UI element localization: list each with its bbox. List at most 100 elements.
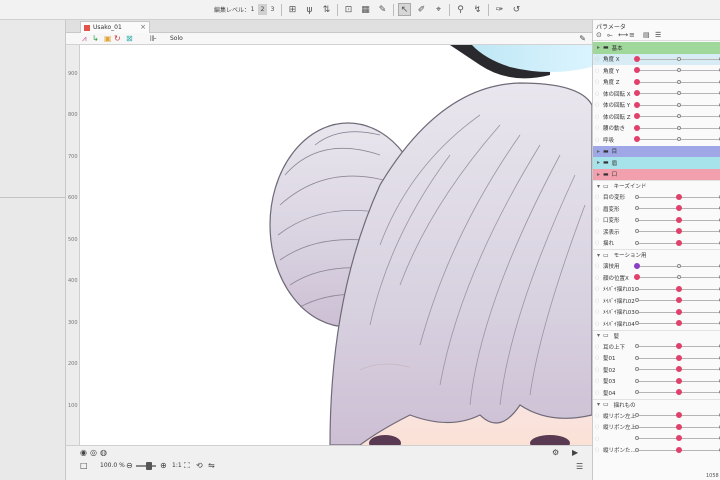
parameter-subgroup[interactable]: ▾ ▭ モーション用 xyxy=(593,249,720,261)
solo-toggle[interactable]: Solo xyxy=(170,35,183,42)
parameter-slider[interactable] xyxy=(634,55,720,62)
parameter-row[interactable]: ◌ 体の回転 Z xyxy=(593,111,720,123)
parameter-row[interactable]: ◌ ﾒｲﾊﾞｲ揺れ04 xyxy=(593,318,720,330)
parameter-row[interactable]: ◌ 揺れ xyxy=(593,238,720,250)
key-point[interactable] xyxy=(635,378,639,383)
parameter-slider[interactable] xyxy=(635,343,720,349)
flip-icon[interactable]: ⇋ xyxy=(208,461,215,470)
key-indicator-icon[interactable]: ◌ xyxy=(595,229,599,235)
key-indicator-icon[interactable]: ◌ xyxy=(595,344,599,350)
key-indicator-icon[interactable]: ◌ xyxy=(595,206,599,212)
parameter-slider[interactable] xyxy=(635,193,720,200)
parameter-row[interactable]: ◌ 涙表示 xyxy=(593,226,720,238)
key-indicator-icon[interactable]: ◌ xyxy=(595,447,599,453)
parameter-group[interactable]: ▸ ▬ 口 xyxy=(593,168,720,180)
parameter-slider[interactable] xyxy=(634,124,720,131)
link-param-icon[interactable]: ⟷ xyxy=(618,31,628,39)
key-indicator-icon[interactable]: ◌ xyxy=(595,355,599,361)
settings-gear-icon[interactable]: ⚙ xyxy=(552,448,559,457)
slider-knob[interactable] xyxy=(676,389,682,395)
key-point[interactable] xyxy=(677,137,681,141)
key-indicator-icon[interactable]: ◌ xyxy=(595,194,599,200)
slider-knob[interactable] xyxy=(634,90,640,96)
parameter-slider[interactable] xyxy=(634,113,720,119)
guide-visibility-icon[interactable]: ⊠ xyxy=(126,34,133,44)
key-point[interactable] xyxy=(635,229,639,233)
slider-knob[interactable] xyxy=(676,343,682,349)
key-indicator-icon[interactable]: ◌ xyxy=(595,367,599,373)
grid-toggle-icon[interactable]: ⊪ xyxy=(150,34,157,44)
slider-knob[interactable] xyxy=(634,274,640,280)
parameter-slider[interactable] xyxy=(634,90,720,96)
parameter-subgroup[interactable]: ▾ ▭ 揺れもの xyxy=(593,398,720,411)
parameter-row[interactable]: ◌ xyxy=(593,433,720,445)
parameter-row[interactable]: ◌ 眉変形 xyxy=(593,203,720,215)
key-point[interactable] xyxy=(677,102,681,107)
key-point[interactable] xyxy=(635,424,639,429)
slider-knob[interactable] xyxy=(634,55,640,62)
eyedropper-icon[interactable]: ✑ xyxy=(493,3,506,16)
parameter-slider[interactable] xyxy=(635,354,720,361)
key-point[interactable] xyxy=(635,390,639,394)
slider-knob[interactable] xyxy=(676,285,682,292)
slider-knob[interactable] xyxy=(634,124,640,131)
key-indicator-icon[interactable]: ◌ xyxy=(595,91,599,97)
key-indicator-icon[interactable]: ◌ xyxy=(595,309,599,315)
key-point[interactable] xyxy=(635,298,639,302)
parameter-slider[interactable] xyxy=(635,435,720,441)
parameter-slider[interactable] xyxy=(634,262,720,269)
parameter-row[interactable]: ◌ 演技用 xyxy=(593,261,720,273)
key-point[interactable] xyxy=(635,355,639,360)
key-indicator-icon[interactable]: ◌ xyxy=(595,275,599,281)
key-point[interactable] xyxy=(677,79,681,84)
document-tab[interactable]: Usako_01 × xyxy=(80,21,150,33)
expand-icon[interactable]: ⊙ xyxy=(596,31,602,39)
glue-tool-icon[interactable]: ⇅ xyxy=(320,3,333,16)
key-indicator-icon[interactable]: ◌ xyxy=(595,286,599,292)
parameter-slider[interactable] xyxy=(635,423,720,430)
key-point[interactable] xyxy=(635,367,639,371)
parameter-row[interactable]: ◌ 縦リボン左上 xyxy=(593,422,720,434)
mesh-auto-icon[interactable]: ▦ xyxy=(359,3,372,16)
parameter-slider[interactable] xyxy=(635,239,720,246)
warp-tool-icon[interactable]: ψ xyxy=(303,3,316,16)
slider-knob[interactable] xyxy=(676,423,682,430)
parameter-slider[interactable] xyxy=(635,320,720,326)
key-point[interactable] xyxy=(635,309,639,314)
parameter-group[interactable]: ▸ ▬ 目 xyxy=(593,145,720,157)
parameter-slider[interactable] xyxy=(635,228,720,234)
menu-icon[interactable]: ☰ xyxy=(576,462,583,471)
slider-knob[interactable] xyxy=(634,67,640,73)
key-indicator-icon[interactable]: ◌ xyxy=(595,79,599,85)
parameter-row[interactable]: ◌ 口変形 xyxy=(593,215,720,227)
slider-knob[interactable] xyxy=(676,228,682,234)
key-indicator-icon[interactable]: ◌ xyxy=(595,137,599,143)
key-point[interactable] xyxy=(635,321,639,325)
model-canvas[interactable] xyxy=(80,45,592,445)
parameter-row[interactable]: ◌ 体の回転 Y xyxy=(593,100,720,112)
key-indicator-icon[interactable]: ◌ xyxy=(595,102,599,108)
parameter-slider[interactable] xyxy=(635,205,720,211)
parameter-row[interactable]: ◌ 髪02 xyxy=(593,364,720,376)
parameter-slider[interactable] xyxy=(634,67,720,73)
parameter-subgroup[interactable]: ▾ ▭ 髪 xyxy=(593,329,720,342)
brush-select-icon[interactable]: ✐ xyxy=(415,3,428,16)
parameter-slider[interactable] xyxy=(635,216,720,223)
record-icon[interactable]: ◍ xyxy=(100,448,107,457)
slider-knob[interactable] xyxy=(676,354,682,361)
parameter-slider[interactable] xyxy=(634,101,720,108)
key-indicator-icon[interactable]: ◌ xyxy=(595,298,599,304)
grid-view-icon[interactable]: ▤ xyxy=(643,31,650,39)
rotate-icon[interactable]: ⟲ xyxy=(196,461,203,470)
slider-knob[interactable] xyxy=(676,320,682,326)
view-mode-icon[interactable]: ≡ xyxy=(629,31,635,39)
slider-knob[interactable] xyxy=(676,446,682,453)
parameter-slider[interactable] xyxy=(635,446,720,453)
zoom-value[interactable]: 100.0 % xyxy=(100,462,125,469)
parameter-row[interactable]: ◌ 髪01 xyxy=(593,353,720,365)
key-indicator-icon[interactable]: ◌ xyxy=(595,68,599,74)
parameter-row[interactable]: ◌ 腰の動き xyxy=(593,123,720,135)
pin-panel-icon[interactable]: ✎ xyxy=(579,34,586,43)
edit-level-2-button[interactable]: 2 xyxy=(258,4,267,15)
key-indicator-icon[interactable]: ◌ xyxy=(595,390,599,396)
